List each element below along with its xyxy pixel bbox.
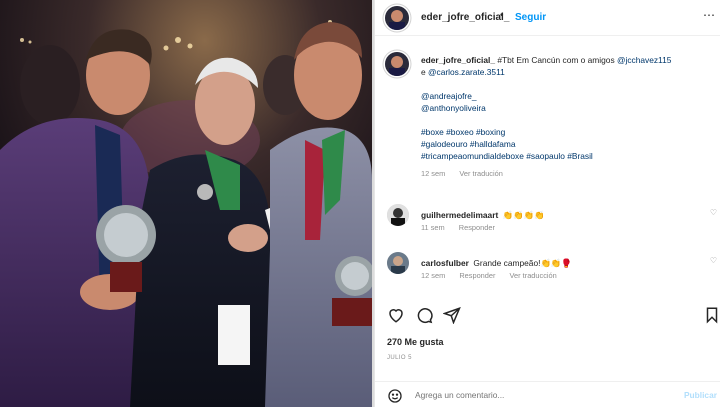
hashtags-line-1[interactable]: #boxe #boxeo #boxing	[421, 127, 505, 137]
comment-avatar[interactable]	[387, 204, 409, 226]
comment-time: 12 sem	[421, 271, 446, 280]
photo-image	[0, 0, 372, 407]
likes-count[interactable]: 270 Me gusta	[387, 337, 444, 347]
comment-username[interactable]: carlosfulber	[421, 258, 469, 268]
comment-input[interactable]	[415, 390, 655, 400]
author-username[interactable]: eder_jofre_oficial_	[421, 12, 509, 23]
author-avatar[interactable]	[385, 6, 409, 30]
caption-text: #Tbt Em Cancún com o amigos	[495, 55, 617, 65]
post-header: eder_jofre_oficial_ • Seguir ⋯	[375, 0, 720, 36]
comment-icon[interactable]	[415, 306, 433, 329]
more-options-icon[interactable]: ⋯	[703, 8, 715, 22]
post-caption: eder_jofre_oficial_ #Tbt Em Cancún com o…	[421, 54, 713, 180]
add-comment-bar: Publicar	[375, 381, 720, 407]
mention-carlos-zarate[interactable]: @carlos.zarate.3511	[428, 67, 505, 77]
hashtags-line-2[interactable]: #galodeouro #halldafama	[421, 139, 516, 149]
publish-button[interactable]: Publicar	[684, 390, 717, 400]
comment-text: 👏👏👏👏	[502, 210, 545, 220]
follow-button[interactable]: Seguir	[515, 12, 546, 23]
caption-time: 12 sem	[421, 169, 446, 178]
comment-like-icon[interactable]: ♡	[710, 208, 717, 217]
caption-see-translation[interactable]: Ver tradución	[459, 169, 503, 178]
comment-username[interactable]: guilhermedelimaart	[421, 210, 498, 220]
bookmark-icon[interactable]	[703, 306, 720, 329]
comment-text: Grande campeão!👏👏🥊	[473, 258, 572, 268]
caption-avatar[interactable]	[385, 52, 409, 76]
post-panel: eder_jofre_oficial_ • Seguir ⋯ eder_jofr…	[374, 0, 720, 407]
caption-username[interactable]: eder_jofre_oficial_	[421, 55, 495, 65]
post-date: JULIO 5	[387, 355, 412, 361]
post-photo[interactable]	[0, 0, 372, 407]
comment-avatar[interactable]	[387, 252, 409, 274]
separator-dot: •	[500, 10, 504, 21]
mention-anthonyoliveira[interactable]: @anthonyoliveira	[421, 103, 486, 113]
comment-reply-button[interactable]: Responder	[459, 271, 495, 280]
hashtags-line-3[interactable]: #tricampeaomundialdeboxe #saopaulo #Bras…	[421, 151, 593, 161]
mention-jcchavez[interactable]: @jcchavez115	[617, 55, 671, 65]
comment-like-icon[interactable]: ♡	[710, 256, 717, 265]
post-actions	[385, 306, 720, 328]
emoji-icon[interactable]	[387, 388, 403, 407]
share-icon[interactable]	[442, 306, 461, 329]
comment-see-translation[interactable]: Ver traducción	[510, 271, 557, 280]
caption-and: e	[421, 67, 428, 77]
heart-icon[interactable]	[387, 306, 405, 329]
comment-reply-button[interactable]: Responder	[459, 223, 495, 232]
mention-andreajofre[interactable]: @andreajofre_	[421, 91, 477, 101]
comment-time: 11 sem	[421, 223, 445, 232]
